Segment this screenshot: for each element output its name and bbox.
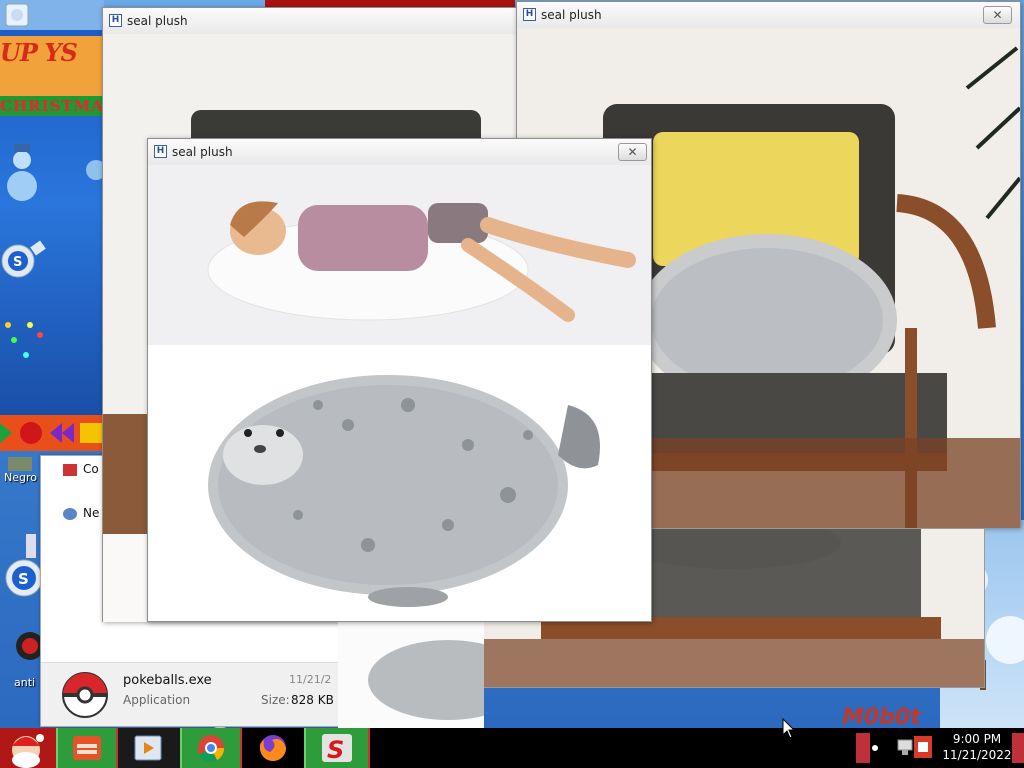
promo-header: UP YS CHRISTMAS — [0, 36, 104, 116]
s-bottle-icon: S — [1, 240, 46, 278]
svg-text:S: S — [13, 255, 22, 270]
image-window-front[interactable]: H seal plush ✕ — [147, 138, 652, 622]
mouse-cursor-icon — [782, 718, 796, 739]
window-1-titlebar[interactable]: H seal plush — [103, 8, 531, 34]
taskbar-firefox[interactable] — [242, 728, 304, 768]
chrome-icon — [198, 735, 225, 762]
window-front-title: seal plush — [172, 145, 233, 159]
close-icon: ✕ — [992, 8, 1003, 22]
computer-icon — [63, 463, 77, 476]
window-front-close-button[interactable]: ✕ — [618, 143, 647, 161]
window-2-close-button[interactable]: ✕ — [983, 6, 1012, 24]
media-controls — [0, 415, 104, 451]
wallpaper-top-left — [0, 0, 104, 32]
taskbar-file-manager[interactable] — [56, 728, 118, 768]
rewind-icon — [62, 423, 74, 443]
window-2-titlebar[interactable]: H seal plush ✕ — [517, 2, 1020, 28]
pokeball-icon — [62, 672, 108, 718]
network-icon — [63, 507, 77, 520]
explorer-row-network[interactable]: Ne — [63, 506, 99, 520]
promo-panel: UP YS CHRISTMAS S — [0, 30, 104, 415]
file-size-value: 828 KB — [291, 693, 334, 707]
taskbar-chrome[interactable] — [180, 728, 242, 768]
desktop-icon-negro[interactable]: Negro — [0, 455, 40, 515]
system-clock[interactable]: 9:00 PM 11/21/2022 — [940, 731, 1014, 763]
window-1-title: seal plush — [127, 14, 188, 28]
window-front-titlebar[interactable]: H seal plush ✕ — [148, 139, 651, 165]
app-icon-2: H — [523, 8, 536, 21]
file-size-label: Size: — [261, 693, 290, 707]
svg-text:S: S — [18, 570, 29, 588]
window-front-photo — [148, 165, 651, 621]
santa-icon — [12, 734, 44, 768]
app-icon-3: H — [154, 145, 167, 158]
file-name: pokeballs.exe — [123, 673, 212, 688]
tray-divider — [856, 733, 870, 763]
firefox-icon — [259, 735, 286, 761]
explorer-row-computer-label: Co — [83, 462, 99, 476]
desktop-icon-anti-label: anti — [14, 676, 36, 689]
promo-subtitle: CHRISTMAS — [0, 97, 104, 115]
window-2-title: seal plush — [541, 8, 602, 22]
show-desktop-button[interactable] — [1012, 733, 1024, 763]
clock-time: 9:00 PM — [952, 732, 1002, 746]
taskbar-media-player[interactable] — [118, 728, 180, 768]
stop-icon — [80, 423, 102, 443]
file-date: 11/21/2 — [289, 673, 332, 686]
explorer-row-network-label: Ne — [83, 506, 100, 520]
app-icon: H — [109, 14, 122, 27]
record-icon — [20, 422, 42, 444]
network-volume-tray-icon[interactable] — [896, 734, 940, 762]
file-type: Application — [123, 693, 191, 707]
watermark-text: M0b0t — [842, 705, 921, 728]
promo-title: UP YS — [0, 38, 78, 67]
explorer-details-pane: pokeballs.exe Application 11/21/2 Size: … — [41, 662, 339, 726]
desktop-icon-anti[interactable]: anti — [0, 620, 40, 690]
taskbar-s-app[interactable]: S — [304, 728, 370, 768]
play-icon — [0, 423, 12, 443]
tray-dot-icon — [872, 745, 878, 751]
svg-text:S: S — [327, 736, 344, 764]
clock-date: 11/21/2022 — [942, 748, 1012, 762]
start-button[interactable] — [0, 728, 56, 768]
explorer-row-computer[interactable]: Co — [63, 462, 99, 476]
close-icon: ✕ — [627, 145, 638, 159]
desktop-icon-negro-label: Negro — [4, 471, 37, 484]
seal-photo-remnant — [338, 620, 484, 728]
